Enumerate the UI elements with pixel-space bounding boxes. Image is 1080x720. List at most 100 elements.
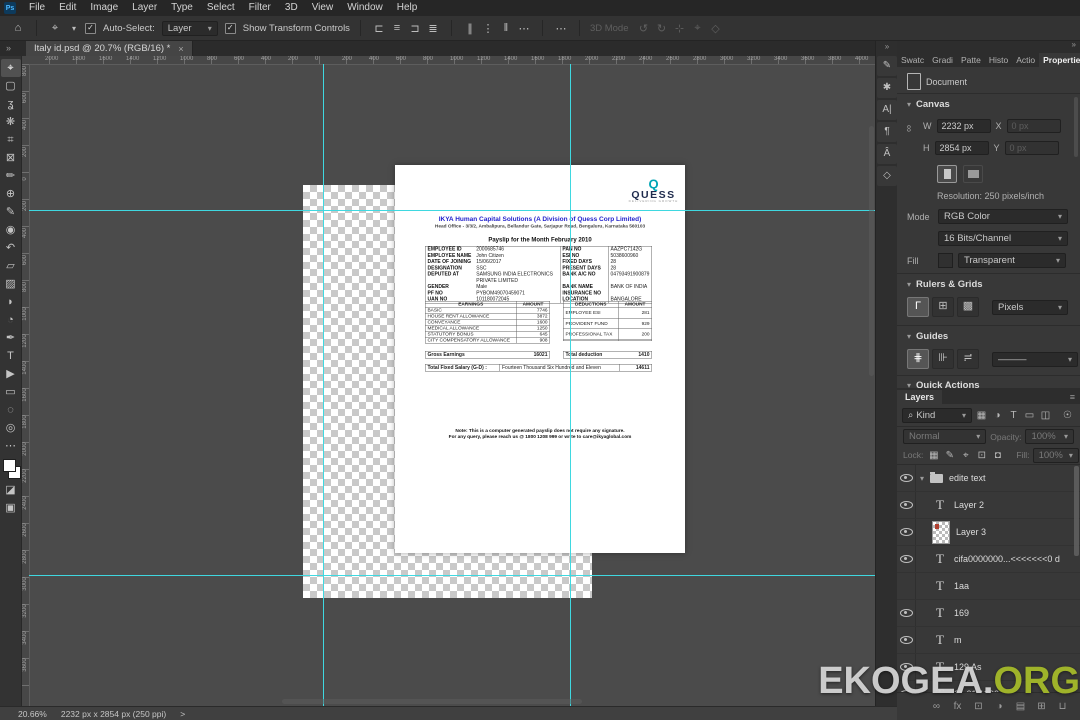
hand-tool[interactable]: ◌ <box>1 401 21 419</box>
vertical-scrollbar[interactable] <box>869 126 874 376</box>
character-panel-icon[interactable]: A| <box>877 100 897 120</box>
layer-name[interactable]: m <box>954 635 962 645</box>
rectangle-tool[interactable]: ▭ <box>1 383 21 401</box>
frame-tool[interactable]: ⊠ <box>1 149 21 167</box>
marquee-tool[interactable]: ▢ <box>1 77 21 95</box>
group-expand-icon[interactable]: ▾ <box>920 474 924 483</box>
horizontal-scrollbar[interactable] <box>282 699 582 704</box>
y-field[interactable]: 0 px <box>1004 141 1059 155</box>
payslip-document[interactable]: Q QUESS DELIVERING GROWTH IKYA Human Cap… <box>395 165 685 553</box>
move-tool[interactable]: ⌖ <box>0 59 21 77</box>
guides-section-header[interactable]: Guides <box>916 331 948 342</box>
tab-histogram[interactable]: Histo <box>985 53 1012 67</box>
layer-visibility-toggle[interactable] <box>897 465 916 491</box>
lock-guides-icon[interactable]: ⊪ <box>932 349 954 369</box>
align-vertical-centers-icon[interactable]: ≣ <box>425 22 441 35</box>
bit-depth-dropdown[interactable]: 16 Bits/Channel ▾ <box>938 231 1068 246</box>
chevron-down-icon[interactable]: ▾ <box>907 280 911 289</box>
layer-name[interactable]: Layer 3 <box>956 527 986 537</box>
gradient-tool[interactable]: ▨ <box>1 275 21 293</box>
chevron-down-icon[interactable]: ▾ <box>70 24 78 33</box>
x-field[interactable]: 0 px <box>1006 119 1061 133</box>
toggle-grid-icon[interactable]: ⊞ <box>932 297 954 317</box>
layer-visibility-toggle[interactable] <box>897 492 916 518</box>
lasso-tool[interactable]: ʓ <box>1 95 21 113</box>
glyphs-panel-icon[interactable]: Â <box>877 144 897 164</box>
align-right-edges-icon[interactable]: ⊐ <box>407 22 423 35</box>
layer-visibility-toggle[interactable] <box>897 600 916 626</box>
fill-field[interactable]: 100% ▾ <box>1032 447 1079 463</box>
toggle-rulers-icon[interactable]: Γ <box>907 297 929 317</box>
menu-item[interactable]: View <box>305 0 341 16</box>
status-arrow-icon[interactable]: > <box>180 709 185 719</box>
filter-smart-objects-icon[interactable]: ◫ <box>1038 408 1053 423</box>
distribute-center-icon[interactable]: ⋮ <box>480 22 496 35</box>
dodge-tool[interactable]: ◔ <box>1 311 21 329</box>
chevron-down-icon[interactable]: ▾ <box>907 332 911 341</box>
vertical-guide[interactable] <box>570 64 571 706</box>
type-tool[interactable]: T <box>1 347 21 365</box>
close-icon[interactable]: × <box>178 44 183 54</box>
layer-name[interactable]: edite text <box>949 473 986 483</box>
add-mask-icon[interactable]: ⊡ <box>971 699 986 714</box>
filter-pixel-layers-icon[interactable]: ▦ <box>974 408 989 423</box>
layers-scrollbar[interactable] <box>1074 466 1079 556</box>
filter-toggle-icon[interactable]: ☉ <box>1060 408 1075 423</box>
layer-row[interactable]: T 169 <box>897 600 1080 627</box>
tab-actions[interactable]: Actio <box>1012 53 1039 67</box>
layer-name[interactable]: 1aa <box>954 581 969 591</box>
tab-swatches[interactable]: Swatc <box>897 53 928 67</box>
color-mode-dropdown[interactable]: RGB Color ▾ <box>938 209 1068 224</box>
layer-row[interactable]: Layer 3 <box>897 519 1080 546</box>
layer-effects-icon[interactable]: fx <box>950 699 965 714</box>
libraries-panel-icon[interactable]: ◇ <box>877 166 897 186</box>
auto-select-checkbox[interactable]: ✓ <box>85 22 96 34</box>
horizontal-guide[interactable] <box>29 575 875 576</box>
layer-visibility-toggle[interactable] <box>897 519 916 545</box>
horizontal-guide[interactable] <box>29 210 875 211</box>
distribute-spacing-icon[interactable]: ⋯ <box>516 22 532 35</box>
lock-artboard-icon[interactable]: ⊡ <box>974 448 989 463</box>
layer-name[interactable]: 169 <box>954 608 969 618</box>
expand-dock-icon[interactable]: » <box>876 40 898 54</box>
filter-adjustment-layers-icon[interactable]: ◑ <box>990 408 1005 423</box>
adjustment-layer-icon[interactable]: ◑ <box>992 699 1007 714</box>
collapse-dock-icon[interactable]: » <box>1072 40 1076 49</box>
tab-patterns[interactable]: Patte <box>957 53 985 67</box>
menu-item[interactable]: Help <box>390 0 425 16</box>
lock-all-icon[interactable]: ◘ <box>990 448 1005 463</box>
menu-item[interactable]: Edit <box>52 0 83 16</box>
more-options-icon[interactable]: ⋯ <box>553 22 569 35</box>
home-icon[interactable]: ⌂ <box>10 22 26 34</box>
link-layers-icon[interactable]: ∞ <box>929 699 944 714</box>
healing-brush-tool[interactable]: ⊕ <box>1 185 21 203</box>
clone-stamp-tool[interactable]: ◉ <box>1 221 21 239</box>
canvas-section-header[interactable]: Canvas <box>916 99 950 110</box>
3d-roll-icon[interactable]: ↻ <box>654 22 670 35</box>
layers-menu-icon[interactable]: ≡ <box>1065 390 1080 404</box>
layer-filter-dropdown[interactable]: ⌕ Kind ▾ <box>902 407 972 423</box>
layer-visibility-toggle[interactable] <box>897 573 916 599</box>
vertical-guide[interactable] <box>323 64 324 706</box>
document-tab[interactable]: Italy id.psd @ 20.7% (RGB/16) * × <box>26 41 193 56</box>
tab-gradients[interactable]: Gradi <box>928 53 957 67</box>
layer-visibility-toggle[interactable] <box>897 654 916 680</box>
blur-tool[interactable]: ◗ <box>1 293 21 311</box>
guide-style-dropdown[interactable]: ——— ▾ <box>992 351 1078 367</box>
zoom-level[interactable]: 20.66% <box>18 709 47 719</box>
landscape-orientation-button[interactable] <box>963 165 983 183</box>
menu-item[interactable]: Select <box>200 0 242 16</box>
panel-scrollbar[interactable] <box>1074 97 1078 157</box>
more-tools[interactable]: ⋯ <box>1 437 21 455</box>
blend-mode-dropdown[interactable]: Normal ▾ <box>903 429 987 444</box>
rulers-grids-section-header[interactable]: Rulers & Grids <box>916 279 983 290</box>
foreground-color-swatch[interactable] <box>2 459 16 472</box>
chevron-down-icon[interactable]: ▾ <box>907 100 911 109</box>
portrait-orientation-button[interactable] <box>937 165 957 183</box>
lock-pixels-icon[interactable]: ✎ <box>942 448 957 463</box>
3d-orbit-icon[interactable]: ↺ <box>636 22 652 35</box>
filter-shape-layers-icon[interactable]: ▭ <box>1022 408 1037 423</box>
brush-tool[interactable]: ✎ <box>1 203 21 221</box>
align-horizontal-centers-icon[interactable]: ≡ <box>389 22 405 35</box>
tab-properties[interactable]: Properties <box>1039 53 1080 67</box>
